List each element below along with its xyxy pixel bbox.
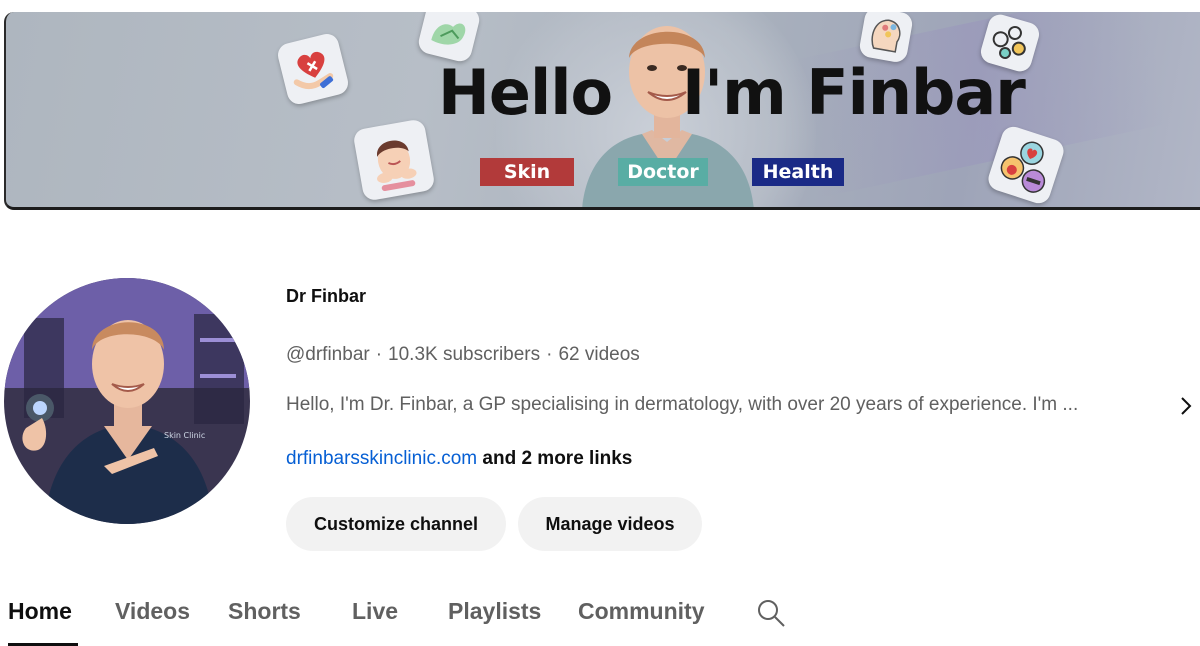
channel-links: drfinbarsskinclinic.com and 2 more links (286, 448, 632, 470)
meta-separator: · (375, 344, 383, 365)
channel-name: Dr Finbar (286, 286, 367, 306)
banner-tag-skin: Skin (480, 158, 574, 186)
channel-avatar[interactable]: Skin Clinic (4, 278, 250, 524)
tab-community[interactable]: Community (578, 598, 705, 625)
video-count: 62 videos (558, 344, 640, 365)
more-links-button[interactable]: and 2 more links (482, 448, 632, 469)
banner-title: Hello I'm Finbar (438, 56, 1026, 129)
heart-hands-icon (275, 31, 351, 107)
brain-head-icon (858, 12, 914, 64)
tab-videos[interactable]: Videos (115, 598, 190, 625)
banner-tag-health: Health (752, 158, 844, 186)
skincare-face-icon (352, 118, 436, 202)
customize-channel-button[interactable]: Customize channel (286, 497, 506, 551)
subscriber-count: 10.3K subscribers (388, 344, 541, 365)
tab-home[interactable]: Home (8, 598, 72, 625)
banner-title-hello: Hello (438, 56, 613, 129)
chevron-right-icon[interactable] (1176, 394, 1196, 418)
tab-playlists[interactable]: Playlists (448, 598, 541, 625)
meta-separator: · (546, 344, 553, 365)
banner-title-finbar: I'm Finbar (682, 56, 1026, 129)
channel-handle: @drfinbar (286, 344, 370, 365)
tab-shorts[interactable]: Shorts (228, 598, 301, 625)
channel-meta: @drfinbar · 10.3K subscribers · 62 videos (286, 344, 640, 366)
svg-text:Skin Clinic: Skin Clinic (164, 431, 205, 440)
manage-videos-button[interactable]: Manage videos (518, 497, 702, 551)
tab-live[interactable]: Live (352, 598, 398, 625)
channel-banner: Hello I'm Finbar Skin Doctor Health (4, 12, 1200, 210)
channel-website-link[interactable]: drfinbarsskinclinic.com (286, 448, 477, 469)
banner-tag-doctor: Doctor (618, 158, 708, 186)
search-icon[interactable] (756, 598, 786, 628)
channel-description[interactable]: Hello, I'm Dr. Finbar, a GP specialising… (286, 394, 1166, 416)
